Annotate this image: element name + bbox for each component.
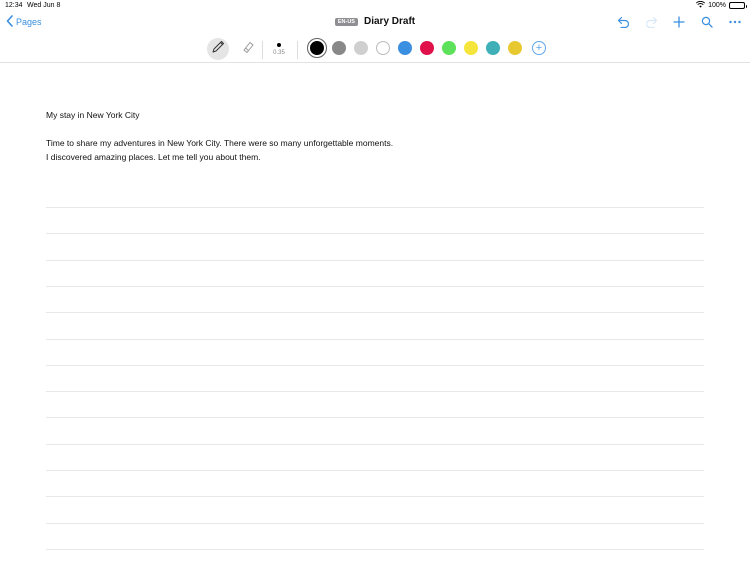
ruled-line	[46, 417, 704, 418]
add-color-button[interactable]: +	[532, 41, 546, 55]
language-badge[interactable]: EN-US	[334, 17, 358, 26]
ruled-line	[46, 444, 704, 445]
color-swatch-gray[interactable]	[332, 41, 346, 55]
pencil-icon	[211, 40, 225, 59]
ruled-line	[46, 339, 704, 340]
status-indicators: 100%	[696, 0, 747, 10]
document-paragraph: Time to share my adventures in New York …	[46, 136, 393, 164]
stroke-size-button[interactable]: 0.35	[266, 38, 292, 60]
redo-icon[interactable]	[644, 15, 658, 29]
color-swatch-green[interactable]	[442, 41, 456, 55]
color-swatch-yellow[interactable]	[464, 41, 478, 55]
status-time: 12:34	[5, 2, 23, 9]
color-swatch-white[interactable]	[376, 41, 390, 55]
toolbar-separator	[297, 41, 298, 59]
nav-actions	[616, 15, 742, 29]
ruled-line	[46, 233, 704, 234]
status-bar: 12:34 Wed Jun 8 100%	[0, 0, 750, 12]
document-page[interactable]: My stay in New York City Time to share m…	[0, 63, 750, 562]
ruled-line	[46, 523, 704, 524]
eraser-icon	[241, 40, 255, 59]
color-swatch-black[interactable]	[307, 38, 327, 58]
color-swatch-gold[interactable]	[508, 41, 522, 55]
paragraph-line: Time to share my adventures in New York …	[46, 138, 394, 148]
page-title[interactable]: Diary Draft	[364, 16, 415, 27]
document-heading: My stay in New York City	[46, 110, 140, 120]
ruled-line	[46, 496, 704, 497]
status-date: Wed Jun 8	[27, 2, 61, 9]
nav-bar: Pages EN-US Diary Draft	[0, 12, 750, 34]
add-icon[interactable]	[672, 15, 686, 29]
toolbar-separator	[262, 41, 263, 59]
more-icon[interactable]	[728, 15, 742, 29]
drawing-toolbar: 0.35	[0, 36, 750, 62]
color-swatch-blue[interactable]	[398, 41, 412, 55]
ruled-line	[46, 286, 704, 287]
color-swatch-teal[interactable]	[486, 41, 500, 55]
battery-percent: 100%	[708, 2, 726, 9]
ruled-line	[46, 207, 704, 208]
color-swatch-light-gray[interactable]	[354, 41, 368, 55]
ruled-line	[46, 470, 704, 471]
ruled-line	[46, 312, 704, 313]
eraser-tool-button[interactable]	[237, 38, 259, 60]
ruled-line	[46, 549, 704, 550]
pencil-tool-button[interactable]	[207, 38, 229, 60]
search-icon[interactable]	[700, 15, 714, 29]
ruled-line	[46, 260, 704, 261]
ruled-line	[46, 365, 704, 366]
color-swatch-red[interactable]	[420, 41, 434, 55]
paragraph-line: I discovered amazing places. Let me tell…	[46, 152, 261, 162]
stroke-size-label: 0.35	[273, 49, 285, 56]
ruled-line	[46, 391, 704, 392]
battery-icon	[729, 2, 747, 9]
plus-icon: +	[535, 41, 543, 54]
wifi-icon	[696, 0, 706, 10]
undo-icon[interactable]	[616, 15, 630, 29]
stroke-size-dot	[277, 42, 281, 47]
